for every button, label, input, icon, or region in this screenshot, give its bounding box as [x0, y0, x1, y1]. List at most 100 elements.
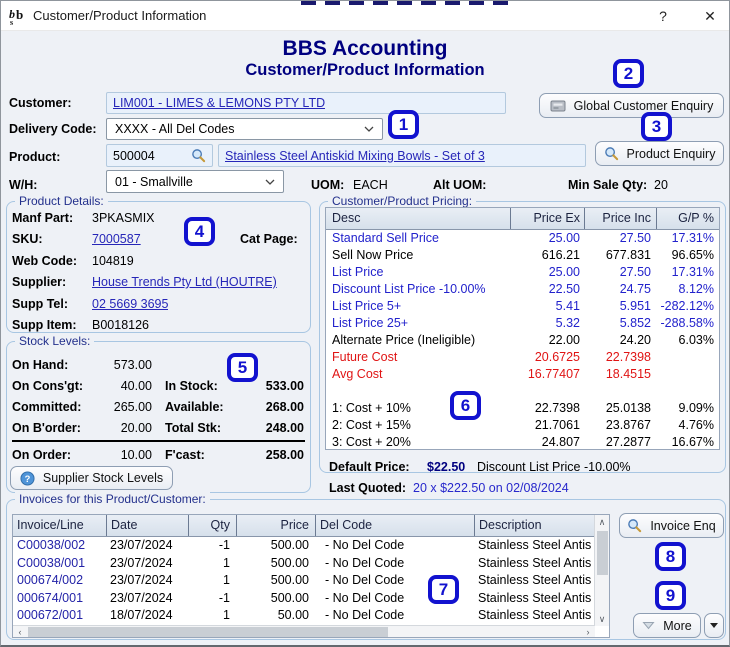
ex-cell: 616.21	[541, 248, 580, 262]
column-header[interactable]: Desc	[326, 208, 510, 229]
product-label: Product:	[9, 150, 61, 164]
svg-text:s: s	[10, 18, 13, 26]
idesc-cell: Stainless Steel Antis	[478, 555, 592, 570]
desc-cell: List Price	[332, 265, 384, 279]
available-value: 268.00	[265, 400, 304, 414]
pricing-row[interactable]: List Price 5+ 5.41 5.951 -282.12%	[326, 298, 719, 315]
chevron-down-icon	[364, 126, 374, 132]
invoice-row[interactable]: C00038/001 23/07/2024 1 500.00 - No Del Code…	[13, 555, 609, 573]
column-header[interactable]: Del Code	[315, 515, 474, 536]
product-enquiry-button[interactable]: Product Enquiry	[595, 141, 724, 166]
supplier-link[interactable]: House Trends Pty Ltd (HOUTRE)	[92, 275, 277, 289]
vertical-scrollbar[interactable]: ∧ ∨	[594, 515, 609, 626]
scroll-up-arrow-icon[interactable]: ∧	[595, 515, 609, 529]
product-code-input[interactable]: 500004	[106, 144, 213, 167]
dropdown-arrow-icon	[710, 623, 718, 628]
customer-field[interactable]: LIM001 - LIMES & LEMONS PTY LTD	[106, 92, 506, 114]
supp-item-value: B0018126	[92, 318, 150, 332]
pricing-row[interactable]: List Price 25.00 27.50 17.31%	[326, 264, 719, 281]
inc-cell	[584, 383, 656, 400]
horizontal-scrollbar[interactable]: ‹ ›	[13, 625, 595, 637]
column-header[interactable]: Date	[106, 515, 188, 536]
on-consgt-value: 40.00	[120, 379, 152, 393]
invoices-table-header: Invoice/Line Date Qty Price Del Code Des…	[13, 515, 609, 537]
window-title: Customer/Product Information	[33, 8, 207, 23]
ex-cell: 22.50	[548, 282, 580, 296]
invoice-row[interactable]: 000672/001 18/07/2024 1 50.00 - No Del Code S…	[13, 607, 609, 625]
date-cell: 23/07/2024	[110, 590, 173, 605]
title-bar: b b s Customer/Product Information ? ✕	[1, 1, 729, 31]
column-header[interactable]: Qty	[188, 515, 236, 536]
product-code-value: 500004	[113, 148, 155, 163]
pricing-row[interactable]: 1: Cost + 10% 22.7398 25.0138 9.09%	[326, 400, 719, 417]
pricing-row[interactable]: Standard Sell Price 25.00 27.50 17.31%	[326, 230, 719, 247]
ex-cell: 25.00	[548, 231, 580, 245]
help-button[interactable]: ?	[646, 1, 680, 31]
price-cell: 500.00	[270, 538, 309, 552]
ex-cell: 25.00	[548, 265, 580, 279]
date-cell: 18/07/2024	[110, 608, 173, 622]
pricing-table: Desc Price Ex Price Inc G/P % Standard S…	[325, 207, 720, 450]
scrollbar-thumb[interactable]	[28, 627, 388, 637]
pricing-row[interactable]: Sell Now Price 616.21 677.831 96.65%	[326, 247, 719, 264]
column-header[interactable]: Description	[474, 515, 595, 536]
cat-page-label: Cat Page:	[240, 232, 298, 246]
uom-label: UOM:	[311, 178, 345, 192]
scroll-right-arrow-icon[interactable]: ›	[581, 626, 595, 637]
product-description-field[interactable]: Stainless Steel Antiskid Mixing Bowls - …	[218, 144, 586, 167]
search-icon[interactable]	[191, 148, 206, 163]
column-header[interactable]: Invoice/Line	[13, 515, 106, 536]
pricing-row[interactable]: List Price 25+ 5.32 5.852 -288.58%	[326, 315, 719, 332]
stock-levels-panel: Stock Levels: On Hand: 573.00 On Cons'gt…	[6, 334, 311, 493]
pricing-row[interactable]: 3: Cost + 20% 24.807 27.2877 16.67%	[326, 434, 719, 449]
ex-cell: 24.807	[541, 435, 580, 449]
scroll-down-arrow-icon[interactable]: ∨	[595, 612, 609, 626]
pricing-row[interactable]: 2: Cost + 15% 21.7061 23.8767 4.76%	[326, 417, 719, 434]
gp-cell: 96.65%	[671, 248, 714, 262]
supp-tel-label: Supp Tel:	[12, 297, 69, 311]
sku-link[interactable]: 7000587	[92, 232, 141, 246]
pricing-row[interactable]: Avg Cost 16.77407 18.4515	[326, 366, 719, 383]
invoice-row[interactable]: 000674/002 23/07/2024 1 500.00- No Del Code…	[13, 572, 609, 590]
invoice-row[interactable]: 000674/001 23/07/2024 -1 500.00- No Del Cod…	[13, 590, 609, 608]
pricing-row[interactable]: Discount List Price -10.00% 22.50 24.75 8.1…	[326, 281, 719, 298]
callout-7: 7	[428, 575, 459, 604]
committed-value: 265.00	[113, 400, 152, 414]
gp-cell: -282.12%	[660, 299, 714, 313]
delivery-code-select[interactable]: XXXX - All Del Codes	[106, 118, 383, 140]
pricing-row[interactable]: Future Cost 20.6725 22.7398	[326, 349, 719, 366]
on-order-label: On Order:	[12, 448, 72, 462]
pricing-row[interactable]: Alternate Price (Ineligible) 22.00 24.20 6.…	[326, 332, 719, 349]
more-dropdown-button[interactable]	[704, 613, 724, 638]
invoices-title: Invoices for this Product/Customer:	[15, 492, 210, 506]
supplier-stock-levels-button[interactable]: ? Supplier Stock Levels	[10, 466, 173, 490]
gp-cell: 4.76%	[678, 418, 714, 432]
inc-cell: 24.75	[619, 282, 651, 296]
pricing-row[interactable]	[326, 383, 719, 400]
inc-cell: 5.951	[619, 299, 651, 313]
desc-cell	[326, 383, 510, 400]
desc-cell: 3: Cost + 20%	[332, 435, 411, 449]
global-customer-enquiry-button[interactable]: Global Customer Enquiry	[539, 93, 724, 118]
column-header[interactable]: Price Inc	[584, 208, 656, 229]
delivery-code-label: Delivery Code:	[9, 122, 97, 136]
close-button[interactable]: ✕	[691, 1, 729, 31]
invoice-row[interactable]: C00038/002 23/07/2024 -1 500.00 - No Del Cod…	[13, 537, 609, 555]
column-header[interactable]: Price	[236, 515, 315, 536]
column-header[interactable]: G/P %	[656, 208, 719, 229]
desc-cell: List Price 25+	[332, 316, 409, 330]
column-header[interactable]: Price Ex	[510, 208, 584, 229]
ex-cell	[510, 383, 584, 400]
warehouse-select[interactable]: 01 - Smallville	[106, 170, 284, 193]
supp-tel-link[interactable]: 02 5669 3695	[92, 297, 168, 311]
invoice-enq-button[interactable]: Invoice Enq	[619, 513, 724, 538]
scroll-left-arrow-icon[interactable]: ‹	[13, 626, 27, 637]
customer-link[interactable]: LIM001 - LIMES & LEMONS PTY LTD	[113, 96, 325, 110]
scrollbar-thumb[interactable]	[597, 531, 608, 575]
chevron-down-icon	[265, 179, 275, 185]
inv-cell: 000672/001	[17, 608, 84, 622]
date-cell: 23/07/2024	[110, 573, 173, 587]
more-button[interactable]: More	[633, 613, 701, 638]
del-cell: - No Del Code	[325, 608, 405, 622]
product-description-link[interactable]: Stainless Steel Antiskid Mixing Bowls - …	[225, 149, 485, 163]
